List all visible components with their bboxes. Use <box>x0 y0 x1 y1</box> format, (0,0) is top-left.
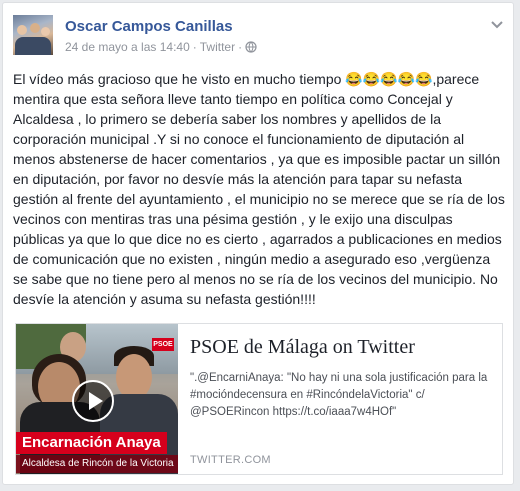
globe-icon[interactable] <box>245 41 257 53</box>
avatar[interactable] <box>13 15 53 55</box>
author-name[interactable]: Oscar Campos Canillas <box>65 18 233 35</box>
post-header: Oscar Campos Canillas 24 de mayo a las 1… <box>13 13 505 59</box>
play-icon[interactable] <box>72 380 114 422</box>
post-card: Oscar Campos Canillas 24 de mayo a las 1… <box>2 2 514 485</box>
lower-third-name: Encarnación Anaya <box>16 432 167 454</box>
card-title[interactable]: PSOE de Málaga on Twitter <box>190 336 415 359</box>
post-timestamp[interactable]: 24 de mayo a las 14:40 <box>65 40 190 54</box>
psoe-logo: PSOE <box>152 338 174 351</box>
card-description: ".@EncarniAnaya: "No hay ni una sola jus… <box>190 372 488 418</box>
card-domain: TWITTER.COM <box>190 454 271 466</box>
post-meta: 24 de mayo a las 14:40 · Twitter · <box>65 40 257 54</box>
post-body: El vídeo más gracioso que he visto en mu… <box>13 71 509 307</box>
meta-separator-2: · <box>238 40 243 54</box>
chevron-down-icon[interactable] <box>489 16 505 32</box>
card-info: PSOE de Málaga on Twitter ".@EncarniAnay… <box>190 324 496 474</box>
video-thumbnail[interactable]: PSOE Encarnación Anaya Alcaldesa de Rinc… <box>16 324 178 474</box>
lower-third-role: Alcaldesa de Rincón de la Victoria <box>16 455 178 473</box>
post-source[interactable]: Twitter <box>200 40 235 54</box>
lower-third: Encarnación Anaya Alcaldesa de Rincón de… <box>16 432 178 474</box>
meta-separator: · <box>192 40 197 54</box>
link-preview-card[interactable]: PSOE Encarnación Anaya Alcaldesa de Rinc… <box>15 323 503 475</box>
